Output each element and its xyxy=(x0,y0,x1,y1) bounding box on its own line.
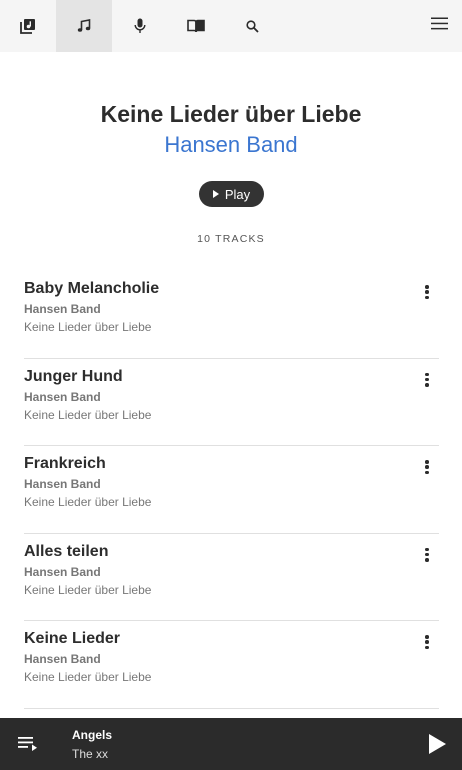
track-artist: Hansen Band xyxy=(24,477,101,491)
hamburger-menu-icon xyxy=(430,17,448,35)
play-icon[interactable] xyxy=(429,734,446,754)
artist-link[interactable]: Hansen Band xyxy=(164,130,297,160)
track-title: Baby Melancholie xyxy=(24,280,160,297)
track-count: 10 TRACKS xyxy=(197,233,265,245)
track-artist: Hansen Band xyxy=(24,652,101,666)
track-album: Keine Lieder über Liebe xyxy=(24,670,152,684)
queue-icon xyxy=(16,737,40,760)
tab-search[interactable] xyxy=(224,0,280,52)
queue-button[interactable] xyxy=(16,732,40,756)
track-artist: Hansen Band xyxy=(24,564,101,579)
book-icon xyxy=(187,19,205,33)
track-album: Keine Lieder über Liebe xyxy=(24,582,152,597)
track-album: Keine Lieder über Liebe xyxy=(24,495,152,509)
play-icon xyxy=(212,190,219,198)
play-button-label: Play xyxy=(224,186,251,202)
now-playing-bar: Angels The xx xyxy=(0,718,462,770)
more-options-icon[interactable] xyxy=(421,284,433,300)
track-row[interactable]: Keine Lieder Hansen Band Keine Lieder üb… xyxy=(24,621,439,709)
track-title: Junger Hund xyxy=(24,367,123,385)
top-navigation xyxy=(0,0,462,52)
track-list: Baby Melancholie Hansen Band Keine Liede… xyxy=(24,271,439,709)
track-title: Frankreich xyxy=(24,455,106,472)
library-icon xyxy=(20,18,36,34)
microphone-icon xyxy=(134,18,146,34)
music-note-icon xyxy=(77,19,91,33)
tab-artists[interactable] xyxy=(112,0,168,52)
tab-albums[interactable] xyxy=(168,0,224,52)
tab-songs[interactable] xyxy=(56,0,112,52)
album-header: Keine Lieder über Liebe Hansen Band xyxy=(0,98,462,160)
track-row[interactable]: Frankreich Hansen Band Keine Lieder über… xyxy=(24,446,439,534)
track-album: Keine Lieder über Liebe xyxy=(24,407,152,422)
track-row[interactable]: Junger Hund Hansen Band Keine Lieder übe… xyxy=(24,359,439,446)
track-album: Keine Lieder über Liebe xyxy=(24,320,152,334)
tab-library[interactable] xyxy=(0,0,56,52)
menu-button[interactable] xyxy=(426,13,452,39)
now-playing-artist: The xx xyxy=(72,747,109,761)
play-button[interactable]: Play xyxy=(199,181,264,207)
track-title: Alles teilen xyxy=(24,542,109,560)
track-row[interactable]: Baby Melancholie Hansen Band Keine Liede… xyxy=(24,271,439,359)
track-row[interactable]: Alles teilen Hansen Band Keine Lieder üb… xyxy=(24,534,439,621)
album-title: Keine Lieder über Liebe xyxy=(100,101,362,127)
track-artist: Hansen Band xyxy=(24,302,101,316)
search-icon xyxy=(245,19,259,33)
more-options-icon[interactable] xyxy=(421,634,433,650)
more-options-icon[interactable] xyxy=(421,547,433,563)
track-artist: Hansen Band xyxy=(24,389,101,404)
more-options-icon[interactable] xyxy=(421,372,433,388)
track-title: Keine Lieder xyxy=(24,630,121,647)
now-playing-title: Angels xyxy=(72,728,113,742)
more-options-icon[interactable] xyxy=(421,459,433,475)
